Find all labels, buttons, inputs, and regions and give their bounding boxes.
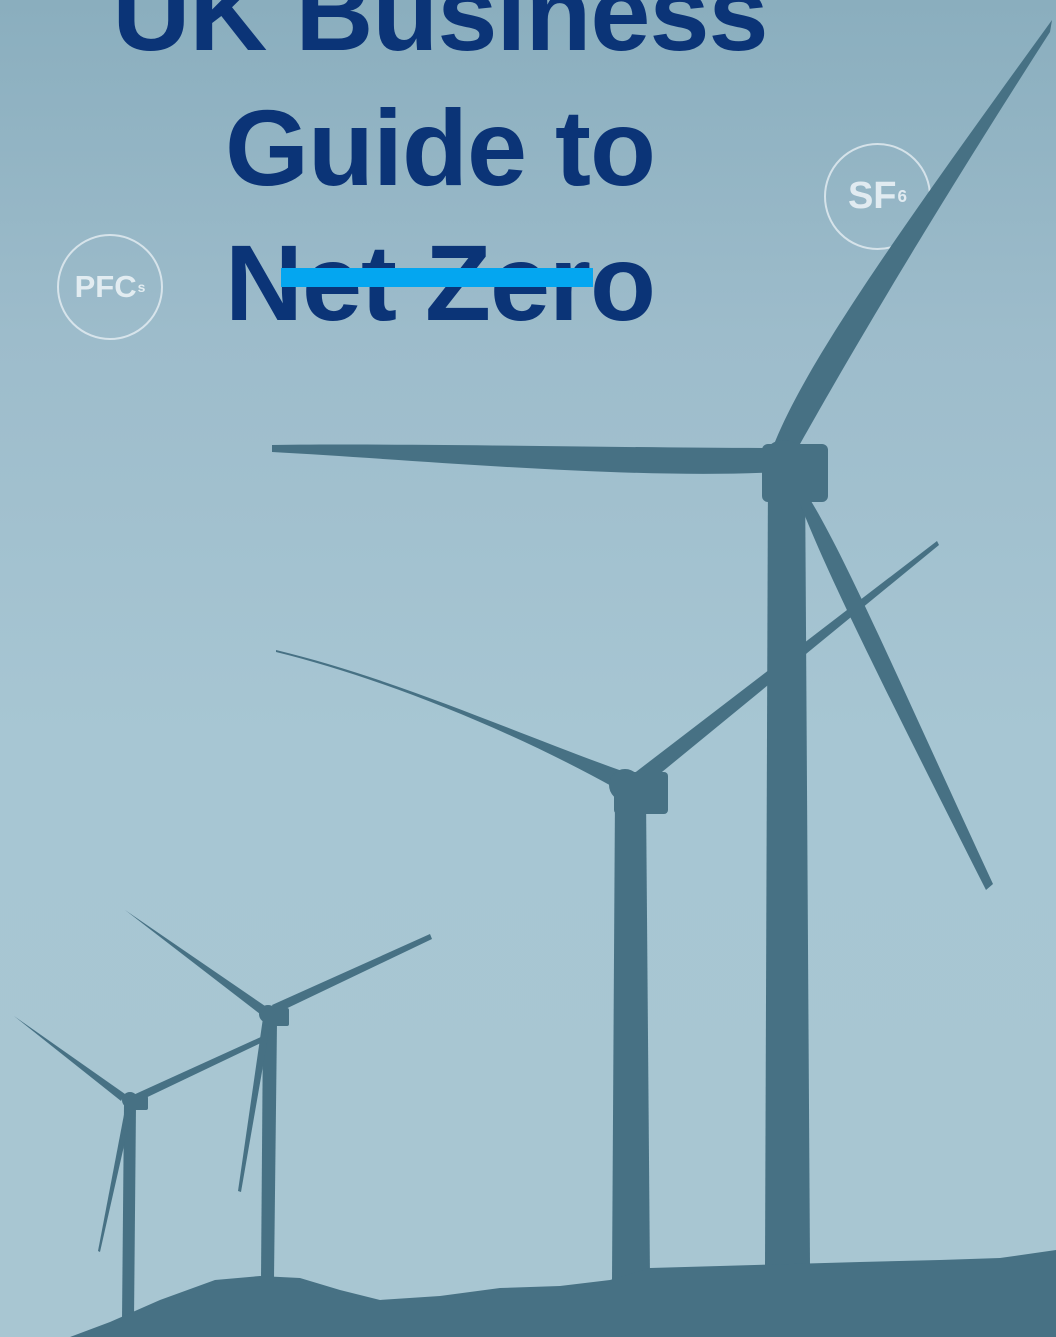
turbine-far-left-icon (14, 1016, 265, 1320)
ground-silhouette (70, 1250, 1056, 1337)
turbine-middle-icon (276, 541, 939, 1280)
turbine-small-icon (125, 910, 432, 1278)
wind-turbines-illustration (14, 20, 1056, 1337)
turbine-large-icon (272, 20, 1052, 1265)
